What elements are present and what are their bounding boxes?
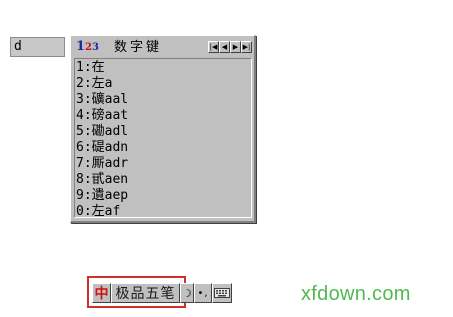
candidate-window: 123 数字键 |◀ ◀ ▶ ▶| 1:在 2:左a 3:礦aal 4:磅aat… (70, 35, 256, 223)
candidate-item[interactable]: 1:在 (76, 60, 251, 76)
candidate-title: 数字键 (114, 40, 163, 55)
chinese-mode-icon[interactable]: 中 (92, 283, 111, 303)
punctuation-toggle-icon[interactable]: •, (194, 283, 212, 303)
candidate-item[interactable]: 0:左af (76, 204, 251, 220)
composition-field: d (10, 37, 65, 57)
digits-logo-icon: 123 (76, 39, 99, 54)
candidate-item[interactable]: 7:厮adr (76, 156, 251, 172)
candidate-item[interactable]: 8:甙aen (76, 172, 251, 188)
keyboard-icon[interactable] (212, 283, 232, 303)
last-page-button[interactable]: ▶| (241, 41, 252, 53)
candidate-item[interactable]: 4:磅aat (76, 108, 251, 124)
ime-status-bar: 中 极品五笔 ☽ •, (92, 282, 232, 304)
prev-page-button[interactable]: ◀ (219, 41, 230, 53)
candidate-item[interactable]: 9:遺aep (76, 188, 251, 204)
page-nav: |◀ ◀ ▶ ▶| (208, 41, 252, 53)
candidate-list: 1:在 2:左a 3:礦aal 4:磅aat 5:磡adl 6:碮adn 7:厮… (74, 58, 252, 220)
candidate-item[interactable]: 3:礦aal (76, 92, 251, 108)
watermark-text: xfdown.com (301, 283, 411, 305)
candidate-item[interactable]: 6:碮adn (76, 140, 251, 156)
candidate-header: 123 数字键 |◀ ◀ ▶ ▶| (74, 39, 252, 57)
candidate-item[interactable]: 5:磡adl (76, 124, 251, 140)
candidate-item[interactable]: 2:左a (76, 76, 251, 92)
first-page-button[interactable]: |◀ (208, 41, 219, 53)
ime-name-button[interactable]: 极品五笔 (111, 283, 180, 303)
next-page-button[interactable]: ▶ (230, 41, 241, 53)
half-width-moon-icon[interactable]: ☽ (180, 283, 194, 303)
